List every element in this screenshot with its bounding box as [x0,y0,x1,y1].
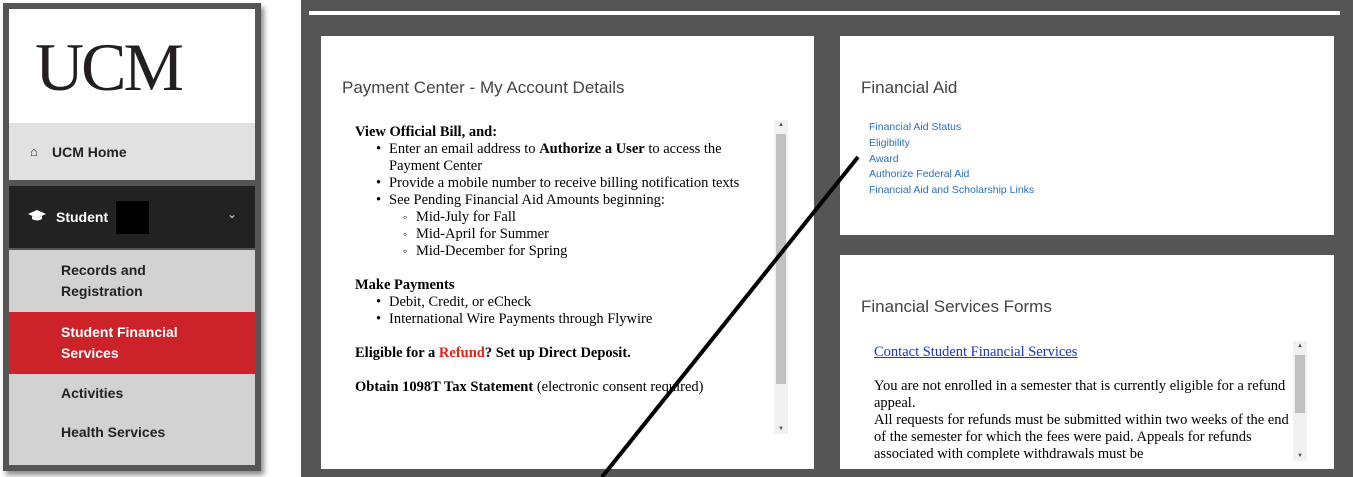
refund-policy-text: All requests for refunds must be submitt… [874,412,1289,460]
contact-sfs-link[interactable]: Contact Student Financial Services [874,344,1294,361]
list-item: See Pending Financial Aid Amounts beginn… [376,192,775,260]
graduation-cap-icon [28,209,48,225]
financial-aid-links: Financial Aid Status Eligibility Award A… [869,120,1034,199]
financial-services-forms-panel: Financial Services Forms Contact Student… [840,255,1334,469]
sidebar: UCM ⌂ UCM Home Student ⌄ Records and Reg… [3,3,261,471]
tax-statement-link[interactable]: Obtain 1098T Tax Statement (electronic c… [355,379,775,396]
link-financial-aid-status[interactable]: Financial Aid Status [869,120,1034,136]
sidebar-item-records-registration[interactable]: Records and Registration [9,250,255,312]
list-item: Mid-April for Summer [403,226,775,243]
payment-content: View Official Bill, and: Enter an email … [355,124,775,396]
link-financial-aid-scholarship[interactable]: Financial Aid and Scholarship Links [869,183,1034,199]
link-authorize-federal-aid[interactable]: Authorize Federal Aid [869,167,1034,183]
logo-text: UCM [35,29,184,105]
list-item: Enter an email address to Authorize a Us… [376,141,775,175]
view-bill-heading[interactable]: View Official Bill, and: [355,124,775,141]
link-award[interactable]: Award [869,152,1034,168]
list-item: Provide a mobile number to receive billi… [376,175,775,192]
sidebar-item-label: UCM Home [52,143,127,160]
panel-title: Financial Services Forms [861,297,1052,316]
financial-aid-panel: Financial Aid Financial Aid Status Eligi… [840,36,1334,235]
scroll-up-icon[interactable]: ▲ [1293,341,1307,351]
ucm-logo[interactable]: UCM [9,9,255,123]
sidebar-item-ucm-home[interactable]: ⌂ UCM Home [9,123,255,180]
panel-title: Payment Center - My Account Details [342,78,625,97]
sidebar-item-label: Health Services [61,424,166,440]
refund-direct-deposit-link[interactable]: Eligible for a Refund? Set up Direct Dep… [355,345,775,362]
scroll-thumb[interactable] [776,134,786,384]
scroll-up-icon[interactable]: ▲ [774,120,788,130]
payment-center-panel: Payment Center - My Account Details View… [321,36,814,469]
authorize-user-link[interactable]: Authorize a User [539,141,645,157]
list-item: Mid-July for Fall [403,209,775,226]
home-icon: ⌂ [30,144,38,159]
top-divider [309,11,1340,15]
list-item: Debit, Credit, or eCheck [376,294,775,311]
sidebar-item-label: Services [61,345,119,361]
chevron-down-icon[interactable]: ⌄ [227,207,237,221]
link-eligibility[interactable]: Eligibility [869,136,1034,152]
sidebar-item-label: Activities [61,385,124,401]
sidebar-item-activities[interactable]: Activities [9,374,255,413]
sidebar-item-student[interactable]: Student ⌄ [9,186,255,248]
not-enrolled-text: You are not enrolled in a semester that … [874,378,1286,411]
list-item: Mid-December for Spring [403,243,775,260]
sidebar-item-label: Student [56,209,109,225]
sidebar-item-health-services[interactable]: Health Services [9,413,255,465]
sidebar-item-student-financial-services[interactable]: Student Financial Services [9,312,255,374]
panel-title: Financial Aid [861,78,958,97]
redacted-box [116,200,150,234]
forms-content: Contact Student Financial Services You a… [874,344,1294,460]
scroll-down-icon[interactable]: ▼ [774,424,788,434]
make-payments-link[interactable]: Make Payments [355,277,775,294]
forms-scrollbar[interactable]: ▲ ▼ [1293,341,1307,461]
scroll-down-icon[interactable]: ▼ [1293,451,1307,461]
list-item: International Wire Payments through Flyw… [376,311,775,328]
payment-scrollbar[interactable]: ▲ ▼ [774,120,788,434]
sidebar-item-label: Records and [61,262,146,278]
sidebar-item-label: Registration [61,283,143,299]
scroll-thumb[interactable] [1295,355,1305,413]
sidebar-item-label: Student Financial [61,324,178,340]
